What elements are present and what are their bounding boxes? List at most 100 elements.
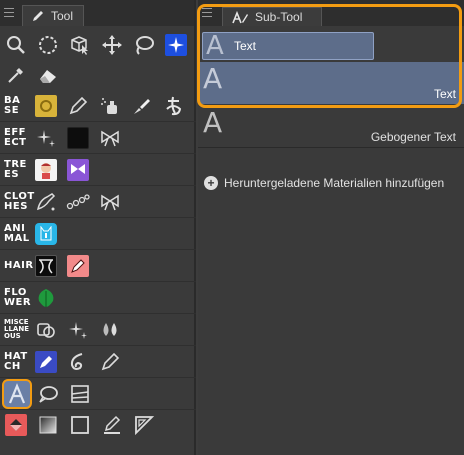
ruler-pen-icon bbox=[104, 415, 121, 434]
lasso-selection-icon bbox=[39, 36, 57, 54]
add-downloaded-materials-button[interactable]: + Heruntergeladene Materialien hinzufüge… bbox=[204, 174, 444, 192]
text-a-icon: A bbox=[206, 31, 224, 61]
animal-tool-cat[interactable] bbox=[30, 219, 62, 249]
rectangle-icon bbox=[71, 416, 89, 434]
misc-tool-1[interactable] bbox=[30, 315, 62, 345]
leaf-icon bbox=[38, 288, 54, 307]
brush-stroke-icon bbox=[36, 192, 56, 210]
bow-icon bbox=[101, 194, 119, 210]
clothes-tool-bow[interactable] bbox=[94, 187, 126, 217]
tab-sub-tool[interactable]: Sub-Tool bbox=[222, 7, 322, 26]
water-drops-icon bbox=[103, 322, 117, 336]
lasso-tool[interactable] bbox=[128, 30, 160, 60]
kana-decoration-icon bbox=[166, 96, 182, 115]
character-icon bbox=[41, 162, 51, 179]
plus-circle-icon: + bbox=[204, 176, 218, 190]
fill-tool[interactable] bbox=[0, 410, 32, 440]
trees-tool-character[interactable] bbox=[30, 155, 62, 185]
trees-tool-bow[interactable] bbox=[62, 155, 94, 185]
effect-tool-bow[interactable] bbox=[94, 123, 126, 153]
clothes-tool-chain[interactable] bbox=[62, 187, 94, 217]
gradient-tool[interactable] bbox=[32, 410, 64, 440]
tool-group-row: BA SE bbox=[0, 90, 196, 122]
group-label-flower: FLO WER bbox=[4, 286, 32, 308]
fill-diamond-icon bbox=[10, 419, 22, 431]
panel-menu-icon[interactable] bbox=[4, 8, 14, 17]
magic-wand-tool[interactable] bbox=[160, 30, 192, 60]
text-a-icon: A bbox=[203, 106, 223, 139]
brush-tool[interactable] bbox=[126, 91, 158, 121]
pen-nib-icon bbox=[40, 355, 52, 368]
brush-icon bbox=[134, 98, 150, 114]
hair-strand-icon bbox=[39, 258, 53, 274]
figure-tool[interactable] bbox=[64, 410, 96, 440]
sub-tool-item-text-compact[interactable]: A Text bbox=[202, 31, 374, 61]
group-label-miscellaneous: MISCE LLANE OUS bbox=[4, 318, 29, 340]
pen-tool[interactable] bbox=[62, 91, 94, 121]
eyedropper-icon bbox=[8, 68, 23, 83]
pen-nib-icon bbox=[69, 96, 88, 114]
tab-sub-tool-label: Sub-Tool bbox=[255, 10, 303, 24]
group-label-effect: EFF ECT bbox=[4, 126, 27, 148]
sub-tool-item-label: Text bbox=[234, 39, 257, 53]
tool-row bbox=[0, 378, 196, 410]
move-tool[interactable] bbox=[96, 30, 128, 60]
airbrush-tool[interactable] bbox=[94, 91, 126, 121]
effect-tool-dark[interactable] bbox=[62, 123, 94, 153]
gold-pattern-icon bbox=[40, 99, 52, 112]
sparkles-icon bbox=[37, 129, 55, 147]
effect-tool-sparkle[interactable] bbox=[30, 123, 62, 153]
hatch-tool-curl[interactable] bbox=[62, 347, 94, 377]
eraser-tool[interactable] bbox=[32, 60, 64, 90]
zoom-tool[interactable] bbox=[0, 30, 32, 60]
chain-icon bbox=[66, 193, 90, 209]
misc-tool-sparkle[interactable] bbox=[62, 315, 94, 345]
panel-menu-icon[interactable] bbox=[202, 8, 212, 17]
tool-row bbox=[0, 30, 196, 60]
object-tool[interactable] bbox=[64, 30, 96, 60]
group-label-clothes: CLOT HES bbox=[4, 190, 35, 212]
sub-tool-item-label: Gebogener Text bbox=[370, 130, 456, 144]
eraser-icon bbox=[40, 70, 56, 83]
bow-icon bbox=[101, 130, 119, 146]
group-label-hair: HAIR bbox=[4, 259, 34, 271]
airbrush-icon bbox=[101, 97, 117, 114]
hatch-tool-pen[interactable] bbox=[94, 347, 126, 377]
tool-group-row: HAT CH bbox=[0, 346, 196, 378]
frame-border-icon bbox=[71, 384, 89, 403]
magnifier-icon bbox=[7, 36, 25, 54]
misc-tool-drops[interactable] bbox=[94, 315, 126, 345]
frame-border-tool[interactable] bbox=[64, 379, 96, 409]
hair-tool-2[interactable] bbox=[62, 251, 94, 281]
selection-tool[interactable] bbox=[32, 30, 64, 60]
sub-tool-item-curved-text[interactable]: A Gebogener Text bbox=[198, 106, 464, 148]
base-tool-kana[interactable] bbox=[158, 91, 190, 121]
flower-tool-leaf[interactable] bbox=[30, 283, 62, 313]
hair-tool-1[interactable] bbox=[30, 251, 62, 281]
gradient-icon bbox=[39, 416, 57, 434]
sub-tool-item-text[interactable]: A Text bbox=[198, 62, 464, 104]
tool-group-row: CLOT HES bbox=[0, 186, 196, 218]
base-tool-1[interactable] bbox=[30, 91, 62, 121]
cat-icon bbox=[40, 225, 52, 240]
text-tool[interactable] bbox=[2, 378, 32, 409]
tab-tool[interactable]: Tool bbox=[22, 5, 84, 26]
pen-icon bbox=[33, 11, 43, 21]
tool-panel-header: Tool bbox=[0, 0, 194, 26]
ruler-pen-tool[interactable] bbox=[96, 410, 128, 440]
tool-group-row: ANI MAL bbox=[0, 218, 196, 250]
purple-bow-icon bbox=[71, 163, 85, 174]
clothes-tool-1[interactable] bbox=[30, 187, 62, 217]
curl-icon bbox=[70, 352, 83, 370]
group-label-base: BA SE bbox=[4, 94, 21, 116]
group-label-animal: ANI MAL bbox=[4, 222, 30, 244]
triangle-ruler-icon bbox=[135, 416, 155, 436]
ruler-tool[interactable] bbox=[128, 410, 160, 440]
cube-cursor-icon bbox=[71, 36, 88, 55]
tool-group-row: FLO WER bbox=[0, 282, 196, 314]
hatch-tool-1[interactable] bbox=[30, 347, 62, 377]
speech-balloon-tool[interactable] bbox=[32, 379, 64, 409]
eyedropper-tool[interactable] bbox=[0, 60, 32, 90]
overlapping-shapes-icon bbox=[37, 322, 55, 338]
tool-grid: BA SE EFF ECT TRE ES CLOT HES ANI MAL HA… bbox=[0, 30, 196, 440]
